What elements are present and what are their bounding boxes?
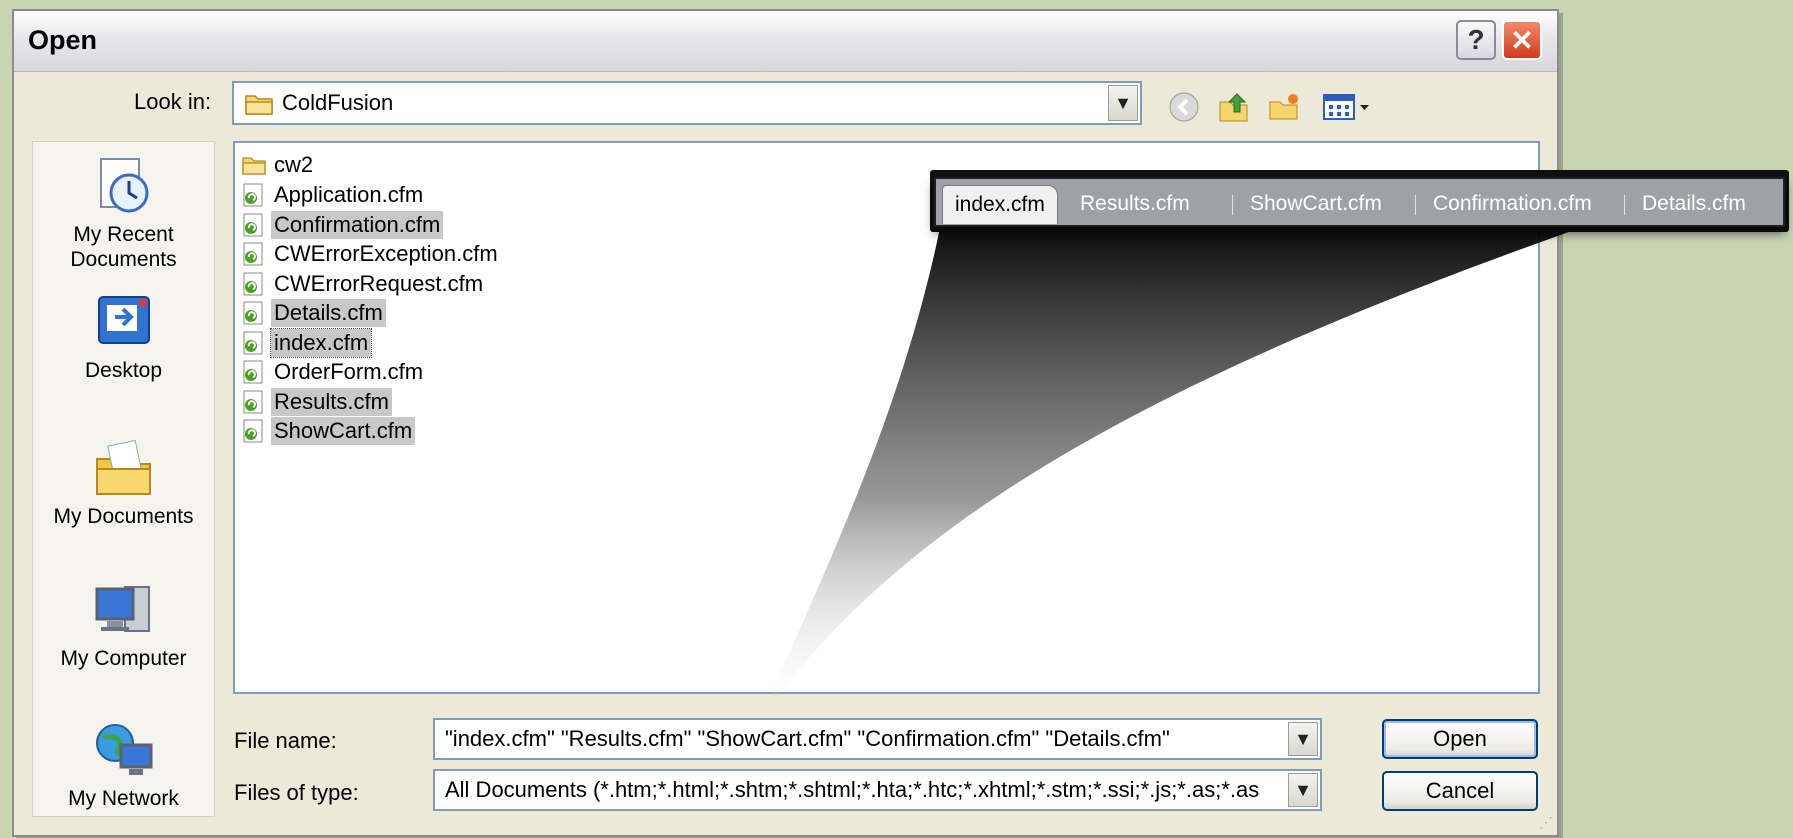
chevron-down-icon[interactable]: ▼ <box>1288 773 1318 807</box>
files-of-type-label: Files of type: <box>234 780 359 805</box>
files-of-type-dropdown[interactable]: All Documents (*.htm;*.html;*.shtm;*.sht… <box>433 769 1322 811</box>
file-item[interactable]: Details.cfm <box>241 297 386 329</box>
file-name: ShowCart.cfm <box>271 417 416 445</box>
up-folder-icon[interactable] <box>1214 87 1254 127</box>
file-item[interactable]: Confirmation.cfm <box>241 209 444 241</box>
place-label: My Documents <box>53 505 194 528</box>
file-name-input[interactable]: "index.cfm" "Results.cfm" "ShowCart.cfm"… <box>433 718 1322 760</box>
file-name: Details.cfm <box>271 299 386 327</box>
place-my-documents[interactable]: My Documents <box>33 432 214 529</box>
chevron-down-icon[interactable]: ▼ <box>1288 722 1318 756</box>
open-dialog: Open ? ✕ Look in: ColdFusion ▼ My Recent… <box>12 9 1559 837</box>
tab-separator <box>1415 195 1416 215</box>
tab-separator <box>1232 195 1233 215</box>
file-name: CWErrorException.cfm <box>274 241 498 266</box>
cfm-file-icon <box>241 330 267 356</box>
cfm-file-icon <box>241 389 267 415</box>
cfm-file-icon <box>241 300 267 326</box>
recent-documents-icon <box>88 150 160 222</box>
cfm-file-icon <box>241 359 267 385</box>
file-name: CWErrorRequest.cfm <box>274 271 484 296</box>
look-in-value: ColdFusion <box>282 90 394 115</box>
folder-item[interactable]: cw2 <box>241 149 316 181</box>
window-title: Open <box>28 25 98 55</box>
file-name-label: File name: <box>234 728 337 753</box>
folder-icon <box>244 92 274 121</box>
file-name: cw2 <box>274 152 314 177</box>
places-bar: My Recent Documents Desktop My Documents… <box>32 141 215 817</box>
cancel-button[interactable]: Cancel <box>1382 771 1538 811</box>
cfm-file-icon <box>241 182 267 208</box>
cfm-file-icon <box>241 212 267 238</box>
look-in-label: Look in: <box>134 89 212 114</box>
file-item[interactable]: Results.cfm <box>241 386 392 418</box>
look-in-dropdown[interactable]: ColdFusion ▼ <box>232 81 1142 125</box>
cfm-file-icon <box>241 241 267 267</box>
files-of-type-value: All Documents (*.htm;*.html;*.shtm;*.sht… <box>445 777 1260 802</box>
tab-separator <box>1624 195 1625 215</box>
file-name-value: "index.cfm" "Results.cfm" "ShowCart.cfm"… <box>445 726 1170 751</box>
open-button[interactable]: Open <box>1382 719 1538 759</box>
close-button[interactable]: ✕ <box>1502 20 1542 60</box>
title-bar[interactable]: Open ? ✕ <box>14 11 1557 72</box>
folder-icon <box>241 152 267 178</box>
file-item[interactable]: OrderForm.cfm <box>241 356 426 388</box>
my-computer-icon <box>88 574 160 646</box>
file-name: OrderForm.cfm <box>274 359 424 384</box>
file-item[interactable]: ShowCart.cfm <box>241 415 416 447</box>
place-label: Desktop <box>84 359 163 382</box>
cfm-file-icon <box>241 271 267 297</box>
tab-index[interactable]: index.cfm <box>942 185 1058 224</box>
file-item[interactable]: CWErrorRequest.cfm <box>241 268 486 300</box>
tab-details[interactable]: Details.cfm <box>1630 185 1758 223</box>
file-item[interactable]: Application.cfm <box>241 179 426 211</box>
file-item[interactable]: CWErrorException.cfm <box>241 238 501 270</box>
chevron-down-icon[interactable]: ▼ <box>1108 85 1138 121</box>
file-name: index.cfm <box>269 328 373 358</box>
tab-results[interactable]: Results.cfm <box>1068 185 1202 223</box>
file-item[interactable]: index.cfm <box>241 327 373 359</box>
new-folder-icon[interactable] <box>1264 87 1304 127</box>
tab-confirmation[interactable]: Confirmation.cfm <box>1421 185 1604 223</box>
network-icon <box>88 714 160 786</box>
file-name: Application.cfm <box>274 182 424 207</box>
place-my-network[interactable]: My Network <box>33 714 214 811</box>
cfm-file-icon <box>241 418 267 444</box>
place-label: My Recent Documents <box>70 223 177 271</box>
file-name: Results.cfm <box>271 388 392 416</box>
views-menu-icon[interactable] <box>1319 87 1375 127</box>
back-icon[interactable] <box>1164 87 1204 127</box>
file-name: Confirmation.cfm <box>271 211 444 239</box>
tab-showcart[interactable]: ShowCart.cfm <box>1238 185 1394 223</box>
place-recent-documents[interactable]: My Recent Documents <box>33 150 214 272</box>
place-label: My Network <box>68 787 179 810</box>
place-my-computer[interactable]: My Computer <box>33 574 214 671</box>
document-tab-strip: index.cfm Results.cfm ShowCart.cfm Confi… <box>934 177 1785 227</box>
help-button[interactable]: ? <box>1456 20 1496 60</box>
my-documents-icon <box>88 432 160 504</box>
resize-grip-icon[interactable]: ⋰ <box>1539 814 1553 831</box>
place-desktop[interactable]: Desktop <box>33 286 214 383</box>
place-label: My Computer <box>60 647 187 670</box>
desktop-icon <box>88 286 160 358</box>
